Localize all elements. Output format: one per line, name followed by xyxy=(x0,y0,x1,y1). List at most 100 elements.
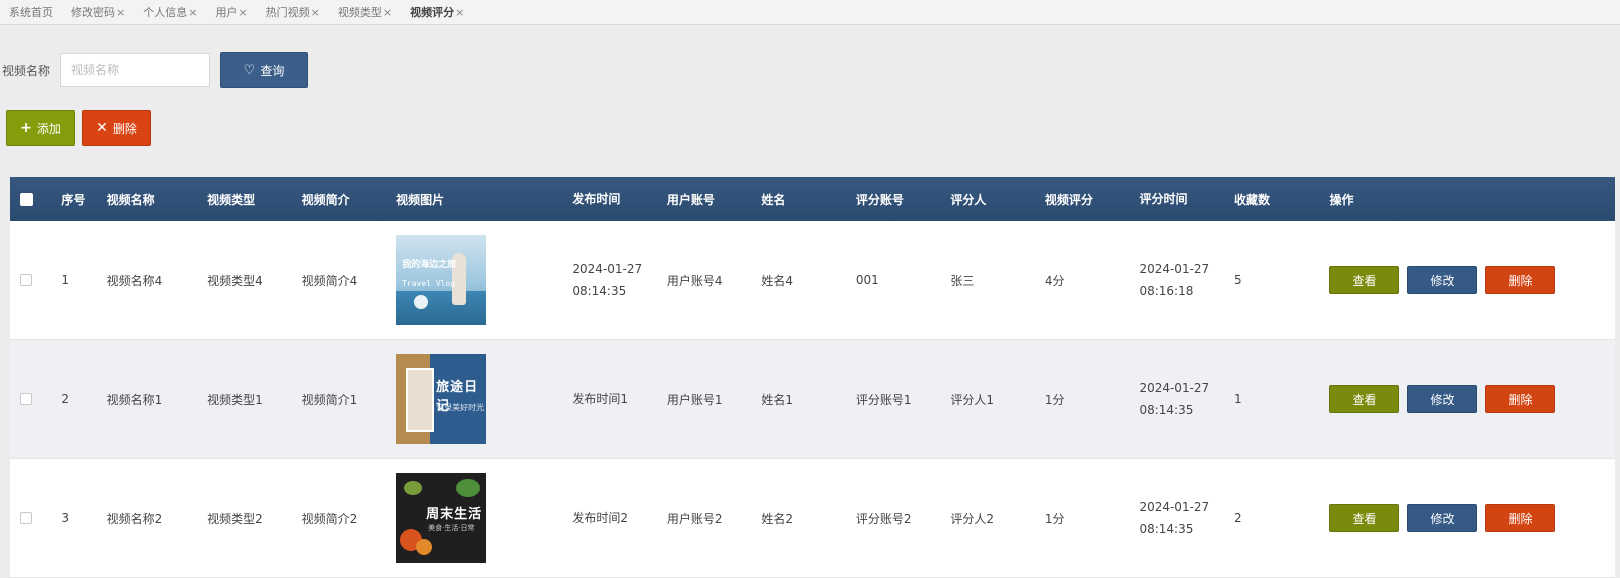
table-row: 3 视频名称2 视频类型2 视频简介2 周末生活 美食·生活·日常 发布时间2 … xyxy=(10,459,1615,578)
rating-time: 2024-01-27 08:14:35 xyxy=(1139,496,1234,540)
video-image-cell: 周末生活 美食·生活·日常 xyxy=(396,473,572,563)
query-button[interactable]: ♡ 查询 xyxy=(220,52,308,88)
close-icon[interactable]: × xyxy=(383,6,392,19)
tab-bar: 系统首页 修改密码 × 个人信息 × 用户 × 热门视频 × 视频类型 × 视频评分 × xyxy=(0,0,1620,25)
close-icon[interactable]: × xyxy=(238,6,247,19)
tab-label: 用户 xyxy=(215,6,238,19)
table-row: 1 视频名称4 视频类型4 视频简介4 我的海边之旅 Travel Vlog 2… xyxy=(10,221,1615,340)
user-account: 用户账号2 xyxy=(666,511,723,526)
toolbar: + 添加 ✕ 删除 xyxy=(6,110,151,146)
publish-date: 发布时间1 xyxy=(572,392,628,406)
close-icon: ✕ xyxy=(96,120,108,136)
video-type: 视频类型4 xyxy=(207,273,263,288)
rating-date: 2024-01-27 xyxy=(1139,262,1210,276)
column-header: 评分人 xyxy=(950,192,987,207)
column-header: 序号 xyxy=(61,192,86,207)
column-header: 视频简介 xyxy=(301,192,350,207)
view-button[interactable]: 查看 xyxy=(1329,266,1400,294)
video-intro: 视频简介2 xyxy=(301,511,358,526)
row-select-cell xyxy=(10,274,61,286)
select-all-cell xyxy=(10,192,61,206)
rating-clock: 08:14:35 xyxy=(1139,403,1194,417)
video-thumbnail[interactable]: 我的海边之旅 Travel Vlog xyxy=(396,235,487,325)
column-header: 视频评分 xyxy=(1044,192,1093,207)
user-name: 姓名1 xyxy=(761,392,794,407)
tab-video-types[interactable]: 视频类型 × xyxy=(338,4,392,20)
video-thumbnail[interactable]: 旅途日记 记录美好时光 xyxy=(396,354,487,444)
publish-time: 发布时间1 xyxy=(572,388,667,410)
column-header: 发布时间 xyxy=(572,192,621,206)
column-header: 视频图片 xyxy=(396,192,445,207)
video-type: 视频类型1 xyxy=(207,392,263,407)
tab-label: 视频评分 xyxy=(410,6,455,19)
play-icon xyxy=(414,295,429,309)
thumbnail-title: 我的海边之旅 xyxy=(402,260,457,270)
user-account: 用户账号4 xyxy=(666,273,723,288)
row-actions: 查看 修改 删除 xyxy=(1329,504,1615,532)
video-thumbnail[interactable]: 周末生活 美食·生活·日常 xyxy=(396,473,487,563)
select-all-checkbox[interactable] xyxy=(20,192,33,206)
row-index: 1 xyxy=(61,273,69,287)
favorite-count: 2 xyxy=(1233,511,1242,525)
thumbnail-subtitle: 记录美好时光 xyxy=(436,403,485,412)
column-header: 收藏数 xyxy=(1233,192,1270,207)
rater-account: 评分账号2 xyxy=(855,511,912,526)
column-header: 姓名 xyxy=(761,192,786,207)
data-table: 序号 视频名称 视频类型 视频简介 视频图片 发布时间 用户账号 姓名 评分账号… xyxy=(10,177,1615,578)
search-label: 视频名称 xyxy=(2,63,51,78)
add-button[interactable]: + 添加 xyxy=(6,110,75,146)
delete-button-label: 删除 xyxy=(112,121,137,136)
column-header: 视频名称 xyxy=(106,192,155,207)
publish-time: 发布时间2 xyxy=(572,507,667,529)
video-type: 视频类型2 xyxy=(207,511,263,526)
column-header: 视频类型 xyxy=(207,192,256,207)
video-intro: 视频简介1 xyxy=(301,392,358,407)
rating-clock: 08:14:35 xyxy=(1139,522,1194,536)
favorite-count: 1 xyxy=(1233,392,1242,406)
close-icon[interactable]: × xyxy=(116,6,125,19)
tab-users[interactable]: 用户 × xyxy=(215,4,247,20)
rating-time: 2024-01-27 08:16:18 xyxy=(1139,258,1234,302)
tab-hot-videos[interactable]: 热门视频 × xyxy=(266,4,320,20)
rater-account: 001 xyxy=(855,273,879,287)
rating-date: 2024-01-27 xyxy=(1139,381,1210,395)
row-select-cell xyxy=(10,393,61,405)
tab-video-ratings[interactable]: 视频评分 × xyxy=(410,4,464,20)
tab-label: 修改密码 xyxy=(71,6,115,19)
delete-button[interactable]: ✕ 删除 xyxy=(82,110,151,146)
row-checkbox[interactable] xyxy=(20,274,32,286)
video-image-cell: 我的海边之旅 Travel Vlog xyxy=(396,235,572,325)
tab-change-password[interactable]: 修改密码 × xyxy=(71,4,125,20)
add-button-label: 添加 xyxy=(36,121,61,136)
row-delete-button[interactable]: 删除 xyxy=(1485,504,1556,532)
publish-date: 发布时间2 xyxy=(572,511,628,525)
edit-button[interactable]: 修改 xyxy=(1407,385,1478,413)
publish-clock: 08:14:35 xyxy=(572,284,627,298)
rater-name: 张三 xyxy=(950,273,975,288)
close-icon[interactable]: × xyxy=(188,6,197,19)
column-header: 操作 xyxy=(1329,192,1354,207)
close-icon[interactable]: × xyxy=(311,6,320,19)
row-select-cell xyxy=(10,512,61,524)
tab-home[interactable]: 系统首页 xyxy=(9,4,53,20)
video-name: 视频名称2 xyxy=(106,511,163,526)
search-input[interactable] xyxy=(60,53,210,87)
edit-button[interactable]: 修改 xyxy=(1407,504,1478,532)
edit-button[interactable]: 修改 xyxy=(1407,266,1478,294)
video-score: 4分 xyxy=(1044,273,1065,288)
rater-name: 评分人2 xyxy=(950,511,995,526)
row-delete-button[interactable]: 删除 xyxy=(1485,385,1556,413)
view-button[interactable]: 查看 xyxy=(1329,385,1400,413)
view-button[interactable]: 查看 xyxy=(1329,504,1400,532)
column-header: 评分账号 xyxy=(855,192,904,207)
table-row: 2 视频名称1 视频类型1 视频简介1 旅途日记 记录美好时光 发布时间1 用户… xyxy=(10,340,1615,459)
row-delete-button[interactable]: 删除 xyxy=(1485,266,1556,294)
query-button-label: 查询 xyxy=(260,63,285,78)
video-score: 1分 xyxy=(1044,511,1065,526)
tab-profile[interactable]: 个人信息 × xyxy=(143,4,197,20)
thumbnail-title: 周末生活 xyxy=(426,507,483,522)
publish-date: 2024-01-27 xyxy=(572,262,643,276)
close-icon[interactable]: × xyxy=(455,6,464,19)
row-checkbox[interactable] xyxy=(20,393,32,405)
row-checkbox[interactable] xyxy=(20,512,32,524)
